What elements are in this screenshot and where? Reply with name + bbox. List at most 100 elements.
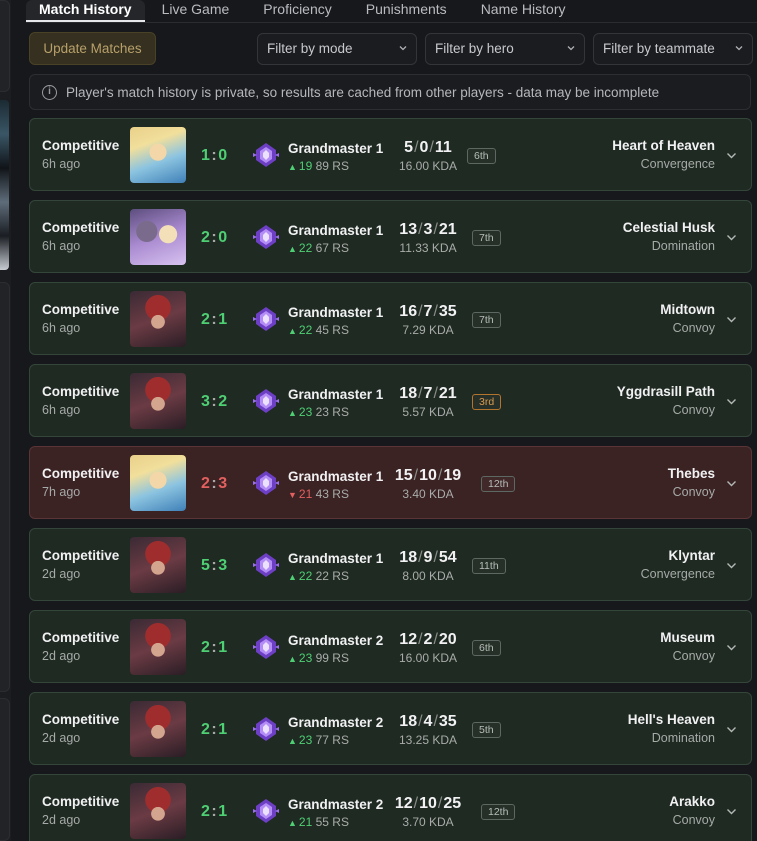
game-mode: Convergence (640, 567, 715, 581)
rs-up-arrow-icon: ▲ (288, 654, 297, 664)
expand-chevron-icon[interactable] (726, 642, 737, 653)
placement-badge: 5th (472, 722, 501, 738)
expand-chevron-icon[interactable] (726, 150, 737, 161)
chevron-down-icon (735, 46, 743, 51)
filter-hero-select[interactable]: Filter by hero (425, 33, 585, 65)
match-card[interactable]: Competitive 7h ago 2:3 Grandmaster 1 ▼ 21 43 … (29, 446, 752, 519)
game-mode: Domination (651, 239, 715, 253)
red-hero-icon (130, 537, 186, 593)
rs-value: 55 RS (315, 815, 349, 829)
tab-punishments[interactable]: Punishments (349, 0, 464, 22)
tab-live-game[interactable]: Live Game (145, 0, 247, 22)
score-team: 3 (201, 393, 211, 410)
match-mode: Competitive (42, 712, 120, 727)
match-card[interactable]: Competitive 2d ago 2:1 Grandmaster 2 ▲ 21 55 … (29, 774, 752, 841)
match-score: 1:0 (201, 147, 228, 165)
rank-score: ▲ 22 45 RS (288, 323, 349, 337)
placement-badge: 7th (472, 230, 501, 246)
match-score: 2:1 (201, 721, 228, 739)
rs-change-value: 23 (298, 651, 313, 665)
match-time-ago: 2d ago (42, 567, 81, 581)
map-name: Arakko (669, 794, 715, 809)
match-score: 2:3 (201, 475, 228, 493)
sidebar-panel (0, 698, 10, 841)
rs-up-arrow-icon: ▲ (288, 818, 297, 828)
deaths: 10 (419, 795, 437, 812)
tab-match-history[interactable]: Match History (26, 0, 145, 22)
kda-ratio: 11.33 KDA (399, 241, 457, 255)
rank-name: Grandmaster 2 (288, 633, 384, 648)
rs-change: ▲ 21 (288, 815, 312, 829)
info-icon: i (42, 84, 57, 100)
tab-proficiency[interactable]: Proficiency (246, 0, 348, 22)
rs-up-arrow-icon: ▲ (288, 326, 297, 336)
map-name: Heart of Heaven (612, 138, 715, 153)
match-card[interactable]: Competitive 6h ago 2:0 Grandmaster 1 ▲ 22 67 … (29, 200, 752, 273)
update-matches-button[interactable]: Update Matches (29, 32, 156, 65)
kda-ratio: 3.40 KDA (402, 487, 454, 501)
match-time-ago: 2d ago (42, 731, 81, 745)
placement-badge: 12th (481, 804, 516, 820)
rs-change-value: 21 (298, 487, 313, 501)
expand-chevron-icon[interactable] (726, 232, 737, 243)
match-card[interactable]: Competitive 6h ago 3:2 Grandmaster 1 ▲ 23 23 … (29, 364, 752, 437)
rank-score: ▲ 22 22 RS (288, 569, 349, 583)
rs-change-value: 23 (298, 405, 313, 419)
game-mode: Domination (651, 731, 715, 745)
match-time-ago: 2d ago (42, 813, 81, 827)
assists: 21 (438, 221, 457, 238)
assists: 54 (438, 549, 457, 566)
score-team: 2 (201, 639, 211, 656)
blonde-hero-icon (130, 127, 186, 183)
kills: 18 (399, 713, 418, 730)
match-score: 3:2 (201, 393, 228, 411)
rs-change: ▲ 22 (288, 241, 312, 255)
placement-badge: 7th (472, 312, 501, 328)
match-card[interactable]: Competitive 2d ago 5:3 Grandmaster 1 ▲ 22 22 … (29, 528, 752, 601)
private-history-notice: i Player's match history is private, so … (29, 74, 751, 110)
rank-score: ▲ 23 23 RS (288, 405, 349, 419)
score-team: 1 (201, 147, 211, 164)
match-mode: Competitive (42, 630, 120, 645)
red-hero-icon (130, 291, 186, 347)
expand-chevron-icon[interactable] (726, 314, 737, 325)
match-card[interactable]: Competitive 6h ago 1:0 Grandmaster 1 ▲ 19 89 … (29, 118, 752, 191)
rs-change: ▲ 23 (288, 405, 312, 419)
filter-mode-select[interactable]: Filter by mode (257, 33, 417, 65)
map-name: Museum (660, 630, 715, 645)
rs-up-arrow-icon: ▲ (288, 162, 297, 172)
kills: 15 (394, 467, 413, 484)
match-mode: Competitive (42, 138, 120, 153)
filter-mode-label: Filter by mode (267, 41, 353, 56)
score-enemy: 1 (218, 721, 228, 738)
assists: 21 (438, 385, 457, 402)
match-time-ago: 6h ago (42, 321, 81, 335)
placement-badge: 6th (467, 148, 496, 164)
expand-chevron-icon[interactable] (726, 560, 737, 571)
chevron-down-icon (399, 46, 407, 51)
match-time-ago: 6h ago (42, 239, 81, 253)
match-card[interactable]: Competitive 6h ago 2:1 Grandmaster 1 ▲ 22 45 … (29, 282, 752, 355)
game-mode: Convoy (672, 321, 715, 335)
expand-chevron-icon[interactable] (726, 806, 737, 817)
expand-chevron-icon[interactable] (726, 724, 737, 735)
kills: 5 (404, 139, 414, 156)
match-card[interactable]: Competitive 2d ago 2:1 Grandmaster 2 ▲ 23 77 … (29, 692, 752, 765)
match-card[interactable]: Competitive 2d ago 2:1 Grandmaster 2 ▲ 23 99 … (29, 610, 752, 683)
tab-name-history[interactable]: Name History (464, 0, 583, 22)
score-enemy: 1 (218, 311, 228, 328)
kills: 12 (394, 795, 413, 812)
rank-score: ▲ 19 89 RS (288, 159, 349, 173)
match-score: 2:1 (201, 639, 228, 657)
red-hero-icon (130, 619, 186, 675)
rs-down-arrow-icon: ▼ (288, 490, 297, 500)
expand-chevron-icon[interactable] (726, 478, 737, 489)
rs-up-arrow-icon: ▲ (288, 408, 297, 418)
assists: 35 (438, 303, 457, 320)
rs-change: ▲ 19 (288, 159, 312, 173)
match-mode: Competitive (42, 220, 120, 235)
filter-teammate-select[interactable]: Filter by teammate (593, 33, 753, 65)
expand-chevron-icon[interactable] (726, 396, 737, 407)
match-mode: Competitive (42, 384, 120, 399)
rs-change: ▲ 23 (288, 651, 312, 665)
